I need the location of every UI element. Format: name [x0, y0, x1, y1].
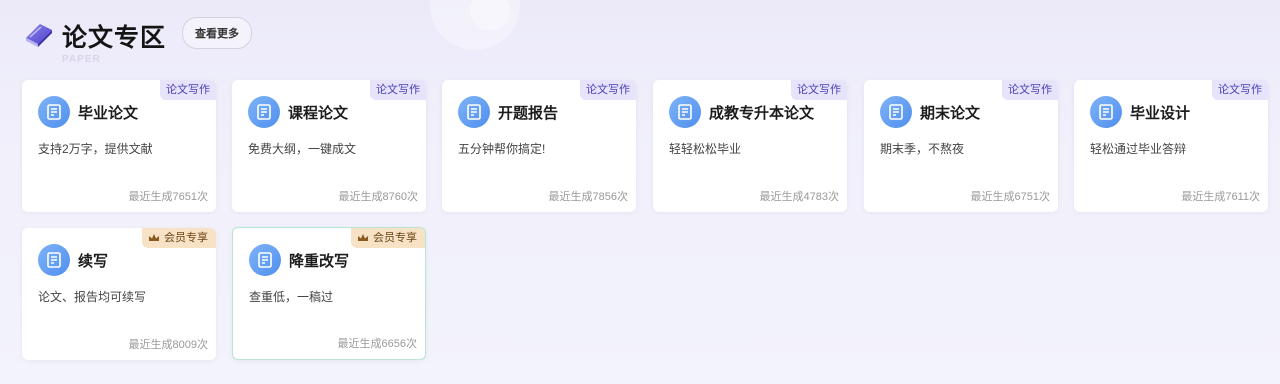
card-title: 期末论文: [920, 105, 981, 122]
document-icon: [458, 96, 490, 128]
card-description: 查重低，一稿过: [249, 290, 334, 304]
generation-count: 最近生成4783次: [759, 191, 839, 203]
tag-badge: 论文写作: [1212, 80, 1268, 100]
card-title: 课程论文: [288, 105, 349, 122]
generation-count: 最近生成7651次: [128, 191, 208, 203]
crown-icon: [149, 234, 159, 241]
card-description: 支持2万字，提供文献: [38, 142, 153, 156]
generation-count: 最近生成6656次: [337, 338, 417, 350]
card-graduation-thesis[interactable]: 论文写作 毕业论文 支持2万字，提供文献 最近生成7651次: [22, 80, 216, 212]
card-description: 论文、报告均可续写: [38, 290, 147, 304]
card-title: 毕业论文: [78, 105, 139, 122]
generation-count: 最近生成7856次: [548, 191, 628, 203]
card-course-paper[interactable]: 论文写作 课程论文 免费大纲，一键成文 最近生成8760次: [232, 80, 426, 212]
view-more-button[interactable]: 查看更多: [182, 17, 252, 49]
card-title: 开题报告: [498, 105, 559, 122]
card-graduation-design[interactable]: 论文写作 毕业设计 轻松通过毕业答辩 最近生成7611次: [1074, 80, 1268, 212]
generation-count: 最近生成8760次: [338, 191, 418, 203]
section-header: 论文专区 PAPER 查看更多: [22, 14, 622, 70]
card-title: 降重改写: [289, 253, 350, 270]
card-opening-report[interactable]: 论文写作 开题报告 五分钟帮你搞定! 最近生成7856次: [442, 80, 636, 212]
document-icon: [669, 96, 701, 128]
card-rewrite-reduce-duplication[interactable]: 会员专享 降重改写 查重低，一稿过 最近生成6656次: [232, 227, 426, 360]
card-description: 期末季，不熬夜: [880, 142, 965, 156]
tag-badge: 论文写作: [1002, 80, 1058, 100]
card-description: 免费大纲，一键成文: [248, 142, 357, 156]
page-subtitle: PAPER: [62, 54, 101, 65]
card-adult-education-thesis[interactable]: 论文写作 成教专升本论文 轻轻松松毕业 最近生成4783次: [653, 80, 847, 212]
generation-count: 最近生成8009次: [128, 339, 208, 351]
document-icon: [1090, 96, 1122, 128]
document-icon: [38, 244, 70, 276]
document-icon: [248, 96, 280, 128]
document-icon: [38, 96, 70, 128]
generation-count: 最近生成7611次: [1181, 191, 1260, 203]
tag-badge: 论文写作: [791, 80, 847, 100]
vip-badge: 会员专享: [351, 228, 425, 248]
card-title: 成教专升本论文: [709, 105, 815, 122]
document-icon: [249, 244, 281, 276]
card-description: 轻轻松松毕业: [669, 142, 742, 156]
vip-badge-label: 会员专享: [164, 232, 208, 244]
crown-icon: [358, 234, 368, 241]
tag-badge: 论文写作: [160, 80, 216, 100]
card-description: 五分钟帮你搞定!: [458, 142, 546, 156]
page-title: 论文专区: [62, 24, 167, 52]
card-continue-writing[interactable]: 会员专享 续写 论文、报告均可续写 最近生成8009次: [22, 228, 216, 360]
vip-badge-label: 会员专享: [373, 232, 417, 244]
card-title: 毕业设计: [1130, 105, 1191, 122]
generation-count: 最近生成6751次: [970, 191, 1050, 203]
vip-badge: 会员专享: [142, 228, 216, 248]
card-final-term-paper[interactable]: 论文写作 期末论文 期末季，不熬夜 最近生成6751次: [864, 80, 1058, 212]
card-title: 续写: [78, 253, 109, 270]
tag-badge: 论文写作: [370, 80, 426, 100]
book-icon: [26, 24, 52, 47]
tag-badge: 论文写作: [580, 80, 636, 100]
card-description: 轻松通过毕业答辩: [1090, 142, 1187, 156]
document-icon: [880, 96, 912, 128]
